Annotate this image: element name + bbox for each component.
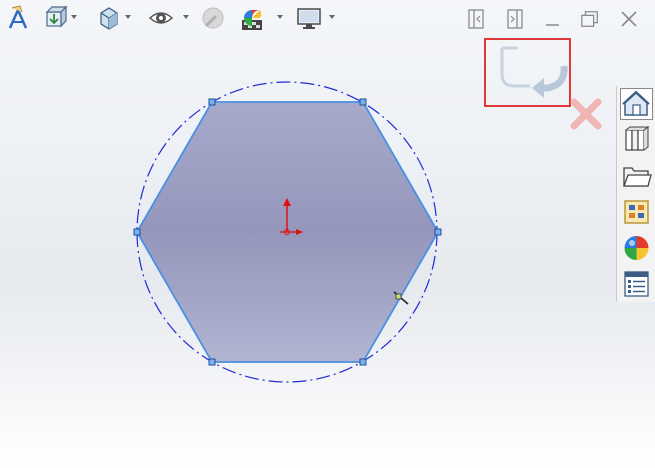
file-explorer-tab[interactable]	[620, 160, 653, 192]
task-pane	[616, 86, 655, 302]
file-explorer-icon	[623, 167, 652, 187]
hexagon-vertices[interactable]	[133, 98, 442, 366]
pencil-cursor-icon	[393, 291, 409, 305]
custom-properties-icon	[624, 271, 649, 297]
edit-appearance-icon[interactable]	[200, 4, 226, 32]
chevron-down-icon[interactable]	[70, 13, 78, 21]
sketch-hexagon[interactable]	[135, 101, 440, 363]
chevron-down-icon[interactable]	[276, 13, 284, 21]
minimize-icon[interactable]	[543, 8, 563, 30]
exit-sketch-icon[interactable]	[496, 44, 572, 104]
display-style-icon[interactable]	[96, 4, 122, 32]
custom-properties-tab[interactable]	[620, 268, 653, 300]
close-icon[interactable]	[619, 8, 639, 30]
view-palette-tab[interactable]	[620, 196, 653, 228]
origin-icon	[280, 198, 303, 235]
solidworks-resources-tab[interactable]	[620, 88, 653, 120]
chevron-down-icon[interactable]	[182, 13, 190, 21]
hide-show-items-icon[interactable]	[148, 4, 174, 32]
tile-left-icon[interactable]	[466, 8, 486, 30]
restore-icon[interactable]	[580, 8, 600, 30]
cancel-sketch-icon[interactable]	[568, 96, 604, 132]
appearances-scenes-icon	[624, 236, 649, 260]
vertex-point	[434, 228, 442, 236]
annotation-icon[interactable]	[6, 4, 32, 32]
vertex-point	[359, 98, 367, 106]
design-library-tab[interactable]	[620, 124, 653, 156]
chevron-down-icon[interactable]	[328, 13, 336, 21]
vertex-point	[359, 358, 367, 366]
view-settings-icon[interactable]	[296, 4, 322, 32]
solidworks-resources-icon	[622, 90, 650, 116]
view-palette-icon	[624, 200, 649, 224]
tile-right-icon[interactable]	[505, 8, 525, 30]
vertex-point	[208, 358, 216, 366]
vertex-point	[133, 228, 141, 236]
design-library-icon	[625, 126, 650, 151]
chevron-down-icon[interactable]	[124, 13, 132, 21]
vertex-point	[208, 98, 216, 106]
view-orientation-icon[interactable]	[42, 4, 68, 32]
apply-scene-icon[interactable]	[240, 4, 266, 32]
construction-circle[interactable]	[136, 81, 438, 383]
heads-up-toolbar	[0, 0, 460, 40]
appearances-scenes-tab[interactable]	[620, 232, 653, 264]
